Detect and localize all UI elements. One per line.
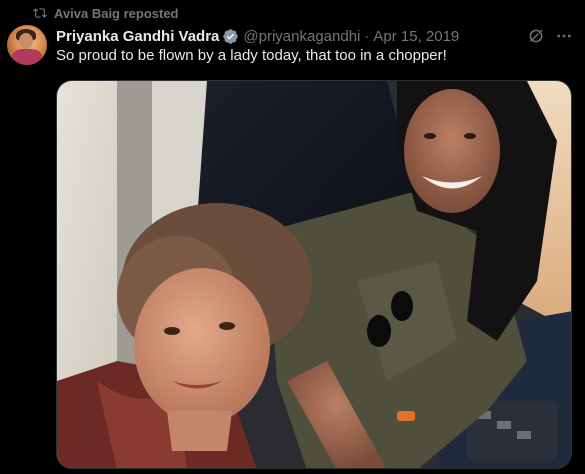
repost-icon xyxy=(33,8,47,18)
tweet-date[interactable]: Apr 15, 2019 xyxy=(373,28,459,45)
tweet-text: So proud to be flown by a lady today, th… xyxy=(56,47,447,64)
author-handle[interactable]: @priyankagandhi xyxy=(243,28,360,45)
photo-image xyxy=(57,81,571,468)
tweet[interactable]: Aviva Baig reposted Priyanka Gandhi Vadr… xyxy=(0,0,585,474)
repost-indicator[interactable]: Aviva Baig reposted xyxy=(33,5,179,21)
repost-label[interactable]: Aviva Baig reposted xyxy=(54,6,179,21)
tweet-header: Priyanka Gandhi Vadra @priyankagandhi · … xyxy=(56,26,459,46)
verified-badge-icon[interactable] xyxy=(222,28,239,45)
more-icon[interactable] xyxy=(555,27,573,45)
grok-icon[interactable] xyxy=(527,27,545,45)
separator-dot: · xyxy=(364,27,370,45)
avatar[interactable] xyxy=(7,25,47,65)
tweet-photo[interactable] xyxy=(56,80,572,469)
author-name[interactable]: Priyanka Gandhi Vadra xyxy=(56,28,219,45)
